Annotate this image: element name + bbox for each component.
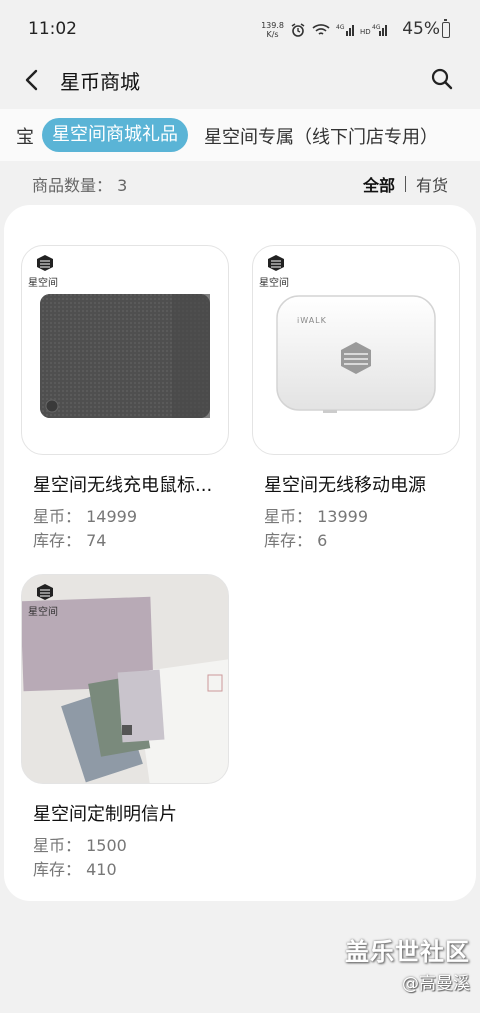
stock-filter: 全部 有货 — [363, 172, 448, 196]
hd-signal-icon: HD4G — [360, 24, 387, 36]
watermark-author: @高曼溪 — [402, 974, 470, 994]
brand-logo: 星空间 — [28, 583, 62, 618]
product-name[interactable]: 星空间定制明信片 — [33, 800, 177, 826]
app-header: 星币商城 — [0, 55, 480, 107]
alarm-icon — [291, 23, 305, 37]
product-name[interactable]: 星空间无线充电鼠标... — [33, 471, 212, 497]
wifi-icon — [312, 24, 330, 35]
product-price: 星币： 14999 — [33, 507, 138, 526]
battery-icon — [442, 19, 450, 38]
product-stock: 库存： 6 — [264, 531, 328, 550]
product-card[interactable]: 星空间 iWALK 星空间无线移动电源 星币： 13999 库存： 6 — [252, 245, 460, 555]
search-icon[interactable] — [430, 67, 454, 91]
power-bank-image — [276, 295, 436, 413]
product-price: 星币： 13999 — [264, 507, 369, 526]
mouse-pad-image — [40, 294, 210, 418]
product-stock: 库存： 410 — [33, 860, 117, 879]
tab-previous[interactable]: 宝 — [16, 123, 34, 149]
category-tabs: 宝 星空间商城礼品 星空间专属（线下门店专用） — [0, 109, 480, 161]
product-image[interactable]: 星空间 — [21, 574, 229, 784]
filter-in-stock-button[interactable]: 有货 — [416, 172, 448, 196]
tab-next[interactable]: 星空间专属（线下门店专用） — [204, 123, 438, 149]
svg-text:4G: 4G — [372, 24, 381, 31]
product-price: 星币： 1500 — [33, 836, 127, 855]
page-title: 星币商城 — [60, 70, 140, 94]
summary-row: 商品数量： 3 全部 有货 — [0, 161, 480, 201]
product-count: 商品数量： 3 — [32, 176, 128, 195]
filter-all-button[interactable]: 全部 — [363, 172, 395, 196]
watermark-community: 盖乐世社区 — [345, 938, 470, 966]
status-bar: 11:02 139.8 K/s 4G HD 4G 45% — [0, 0, 480, 60]
product-stock: 库存： 74 — [33, 531, 107, 550]
product-panel: 星空间 星空间无线充电鼠标... 星币： 14999 库存： 74 星空间 iW… — [4, 205, 476, 901]
brand-label: iWALK — [297, 316, 327, 325]
status-time: 11:02 — [28, 19, 77, 39]
product-image[interactable]: 星空间 iWALK — [252, 245, 460, 455]
product-image[interactable]: 星空间 — [21, 245, 229, 455]
svg-text:HD: HD — [360, 28, 371, 36]
svg-text:4G: 4G — [336, 24, 345, 31]
product-name[interactable]: 星空间无线移动电源 — [264, 471, 426, 497]
back-icon[interactable] — [18, 65, 48, 95]
signal-4g-icon: 4G — [336, 24, 354, 36]
tab-active[interactable]: 星空间商城礼品 — [42, 118, 188, 152]
filter-divider — [404, 176, 406, 192]
product-card[interactable]: 星空间 星空间无线充电鼠标... 星币： 14999 库存： 74 — [21, 245, 229, 555]
status-icons: 139.8 K/s 4G HD 4G — [261, 19, 388, 41]
watermark: 盖乐世社区 @高曼溪 — [345, 932, 470, 994]
product-card[interactable]: 星空间 星空间定制明信片 星币： 1500 库存： 410 — [21, 574, 229, 884]
net-speed: 139.8 K/s — [261, 21, 284, 39]
battery-percent: 45% — [402, 19, 440, 39]
